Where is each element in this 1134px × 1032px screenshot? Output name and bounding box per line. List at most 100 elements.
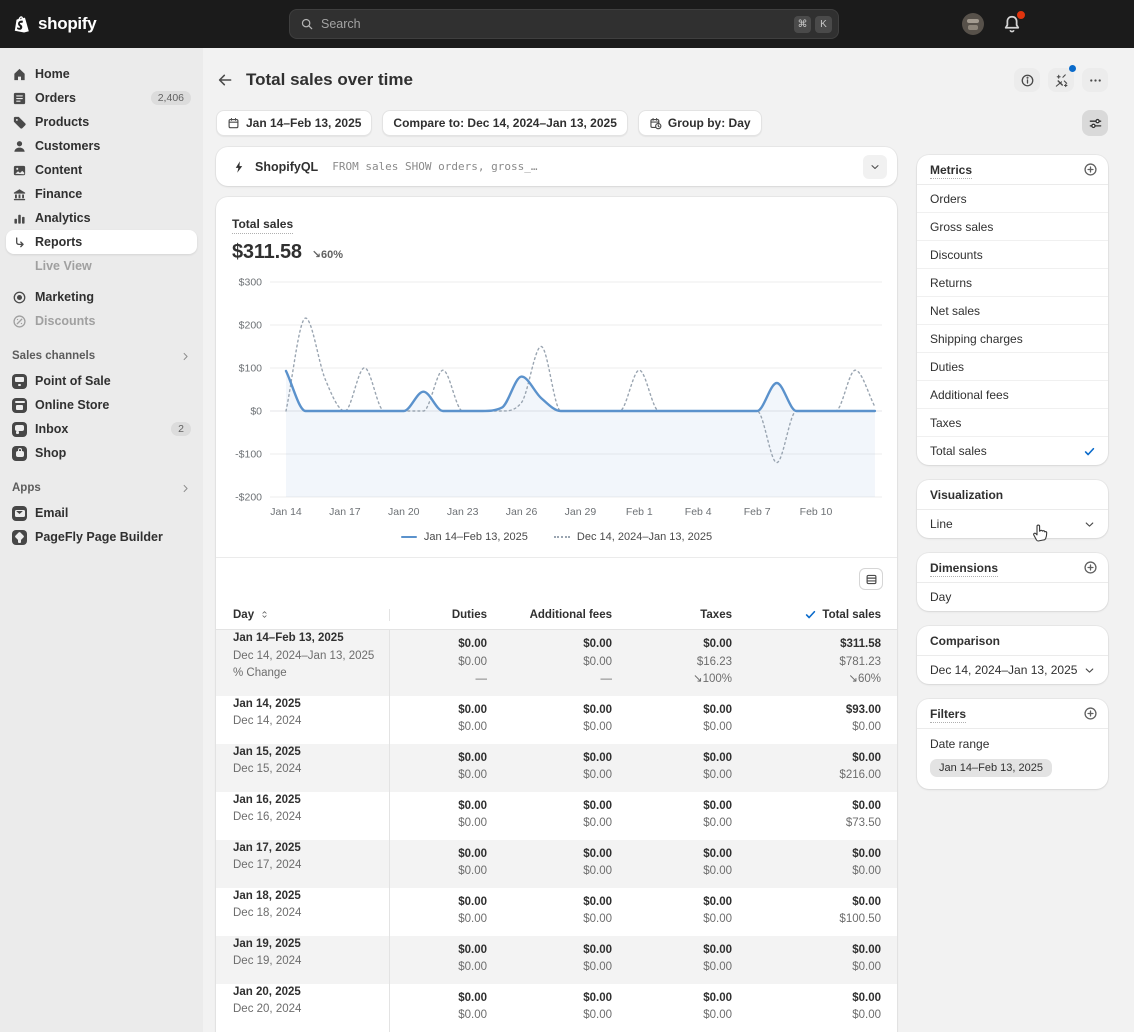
cell-value: $0.00 bbox=[764, 894, 881, 912]
column-header-label: Total sales bbox=[822, 609, 881, 621]
table-row[interactable]: Jan 15, 2025Dec 15, 2024$0.00$0.00$0.00$… bbox=[216, 744, 897, 792]
legend-swatch bbox=[554, 536, 570, 538]
sidebar-item-point-of-sale[interactable]: Point of Sale bbox=[6, 369, 197, 393]
metric-label: Total sales bbox=[232, 217, 293, 234]
ellipsis-icon bbox=[1088, 73, 1103, 88]
report-info-button[interactable] bbox=[1014, 68, 1040, 92]
shopifyql-query: FROM sales SHOW orders, gross_… bbox=[332, 160, 863, 173]
metric-option-orders[interactable]: Orders bbox=[917, 185, 1108, 213]
sidebar-section-apps[interactable]: Apps bbox=[6, 475, 197, 501]
more-actions-button[interactable] bbox=[1082, 68, 1108, 92]
cell-value: $0.00 bbox=[519, 767, 612, 785]
sidebar-item-reports[interactable]: Reports bbox=[6, 230, 197, 254]
table-row[interactable]: Jan 17, 2025Dec 17, 2024$0.00$0.00$0.00$… bbox=[216, 840, 897, 888]
shopifyql-expand-button[interactable] bbox=[863, 155, 887, 179]
add-dimension-button[interactable] bbox=[1083, 560, 1098, 575]
cell-value: $0.00 bbox=[644, 990, 732, 1008]
cell-value: $0.00 bbox=[519, 959, 612, 977]
filter-date-range-chip[interactable]: Jan 14–Feb 13, 2025 bbox=[930, 759, 1052, 777]
metric-option-net-sales[interactable]: Net sales bbox=[917, 297, 1108, 325]
cell-value: Dec 15, 2024 bbox=[233, 761, 379, 779]
table-summary-row: Jan 14–Feb 13, 2025Dec 14, 2024–Jan 13, … bbox=[216, 630, 897, 696]
shop-icon bbox=[12, 446, 27, 461]
metric-option-duties[interactable]: Duties bbox=[917, 353, 1108, 381]
cell-value: $0.00 bbox=[406, 911, 487, 929]
cell-value: $0.00 bbox=[644, 863, 732, 881]
metric-option-discounts[interactable]: Discounts bbox=[917, 241, 1108, 269]
add-filter-button[interactable] bbox=[1083, 706, 1098, 721]
add-metric-button[interactable] bbox=[1083, 162, 1098, 177]
sidebar-item-marketing[interactable]: Marketing bbox=[6, 285, 197, 309]
sidebar-item-content[interactable]: Content bbox=[6, 158, 197, 182]
cell-duties: $0.00$0.00 bbox=[390, 840, 503, 888]
search-icon bbox=[300, 17, 314, 31]
cell-value: $0.00 bbox=[519, 1007, 612, 1025]
inbox-icon bbox=[12, 422, 27, 437]
cell-taxes: $0.00$0.00 bbox=[628, 840, 748, 888]
sidebar-item-finance[interactable]: Finance bbox=[6, 182, 197, 206]
table-icon bbox=[865, 573, 878, 586]
back-arrow-icon[interactable] bbox=[216, 71, 234, 89]
cell-value: $0.00 bbox=[644, 767, 732, 785]
sidebar-item-analytics[interactable]: Analytics bbox=[6, 206, 197, 230]
table-row[interactable]: Jan 20, 2025Dec 20, 2024$0.00$0.00$0.00$… bbox=[216, 984, 897, 1032]
sidebar-item-label: Orders bbox=[35, 91, 151, 105]
store-avatar[interactable] bbox=[962, 13, 984, 35]
sidebar-item-home[interactable]: Home bbox=[6, 62, 197, 86]
cell-value: Jan 19, 2025 bbox=[233, 936, 379, 954]
cell-value: $0.00 bbox=[519, 942, 612, 960]
sidebar-item-discounts[interactable]: Discounts bbox=[6, 309, 197, 333]
column-header-day[interactable]: Day bbox=[216, 609, 390, 621]
metric-option-shipping-charges[interactable]: Shipping charges bbox=[917, 325, 1108, 353]
svg-text:Feb 10: Feb 10 bbox=[800, 506, 833, 518]
cell-value: $216.00 bbox=[764, 767, 881, 785]
sidebar-item-products[interactable]: Products bbox=[6, 110, 197, 134]
sidebar-item-inbox[interactable]: Inbox2 bbox=[6, 417, 197, 441]
comparison-select[interactable]: Dec 14, 2024–Jan 13, 2025 bbox=[917, 656, 1108, 684]
table-row[interactable]: Jan 16, 2025Dec 16, 2024$0.00$0.00$0.00$… bbox=[216, 792, 897, 840]
panel-toggle-button[interactable] bbox=[1082, 110, 1108, 136]
cell-duties: $0.00$0.00 bbox=[390, 888, 503, 936]
info-icon bbox=[1020, 73, 1035, 88]
metric-option-taxes[interactable]: Taxes bbox=[917, 409, 1108, 437]
compare-to-label: Compare to: Dec 14, 2024–Jan 13, 2025 bbox=[393, 116, 616, 130]
summary-value: $16.23 bbox=[644, 654, 732, 672]
sidebar-item-label: Finance bbox=[35, 187, 191, 201]
date-range-chip[interactable]: Jan 14–Feb 13, 2025 bbox=[216, 110, 372, 136]
metric-option-additional-fees[interactable]: Additional fees bbox=[917, 381, 1108, 409]
table-view-button[interactable] bbox=[859, 568, 883, 590]
sidebar-item-customers[interactable]: Customers bbox=[6, 134, 197, 158]
table-row[interactable]: Jan 18, 2025Dec 18, 2024$0.00$0.00$0.00$… bbox=[216, 888, 897, 936]
cell-value: $0.00 bbox=[764, 1007, 881, 1025]
sidebar-item-online-store[interactable]: Online Store bbox=[6, 393, 197, 417]
metric-option-returns[interactable]: Returns bbox=[917, 269, 1108, 297]
notifications-bell-icon[interactable] bbox=[1002, 14, 1022, 34]
shopify-logo[interactable]: shopify bbox=[10, 13, 96, 36]
sidebar-item-orders[interactable]: Orders2,406 bbox=[6, 86, 197, 110]
cell-value: $0.00 bbox=[519, 719, 612, 737]
sidebar-item-pagefly-page-builder[interactable]: PageFly Page Builder bbox=[6, 525, 197, 549]
sidebar-item-label: Products bbox=[35, 115, 191, 129]
table-row[interactable]: Jan 19, 2025Dec 19, 2024$0.00$0.00$0.00$… bbox=[216, 936, 897, 984]
summary-value: % Change bbox=[233, 665, 379, 683]
sidebar-item-shop[interactable]: Shop bbox=[6, 441, 197, 465]
group-by-chip[interactable]: Group by: Day bbox=[638, 110, 762, 136]
cell-day: Jan 17, 2025Dec 17, 2024 bbox=[216, 840, 390, 888]
compare-to-chip[interactable]: Compare to: Dec 14, 2024–Jan 13, 2025 bbox=[382, 110, 627, 136]
global-search[interactable]: Search ⌘ K bbox=[289, 9, 839, 39]
svg-text:Jan 20: Jan 20 bbox=[388, 506, 420, 518]
cell-taxes: $0.00$0.00 bbox=[628, 984, 748, 1032]
sidebar-item-email[interactable]: Email bbox=[6, 501, 197, 525]
metric-option-label: Returns bbox=[930, 276, 1096, 290]
online-store-icon bbox=[12, 398, 27, 413]
metric-option-gross-sales[interactable]: Gross sales bbox=[917, 213, 1108, 241]
sidebar-item-live-view[interactable]: Live View bbox=[6, 254, 197, 278]
metric-option-total-sales[interactable]: Total sales bbox=[917, 437, 1108, 465]
dimension-item-day[interactable]: Day bbox=[917, 583, 1108, 611]
sidebar-section-sales-channels[interactable]: Sales channels bbox=[6, 343, 197, 369]
visualization-select[interactable]: Line bbox=[917, 510, 1108, 538]
report-assistant-button[interactable] bbox=[1048, 68, 1074, 92]
cell-additional_fees: $0.00$0.00 bbox=[503, 840, 628, 888]
table-row[interactable]: Jan 14, 2025Dec 14, 2024$0.00$0.00$0.00$… bbox=[216, 696, 897, 744]
shopifyql-bar[interactable]: ShopifyQL FROM sales SHOW orders, gross_… bbox=[216, 147, 897, 186]
